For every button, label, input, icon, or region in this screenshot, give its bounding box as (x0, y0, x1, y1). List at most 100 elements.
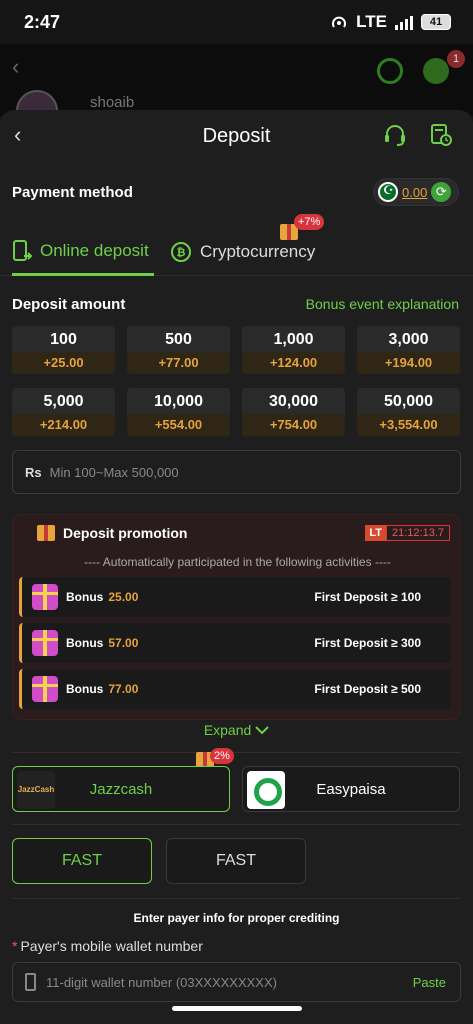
notification-badge: 1 (447, 50, 465, 68)
crypto-coin-icon: ₿ (171, 242, 191, 262)
amount-option-5000[interactable]: 5,000 +214.00 (12, 388, 115, 436)
tab-online-deposit-label: Online deposit (40, 240, 149, 260)
background-chat-icon (423, 58, 449, 84)
promotion-title-row: Deposit promotion (37, 525, 187, 541)
amount-bonus: +754.00 (242, 414, 345, 436)
balance-pill[interactable]: 0.00 ⟳ (373, 178, 459, 206)
status-bar: 2:47 LTE 41 (0, 0, 473, 44)
channel-option[interactable]: FAST (12, 838, 152, 884)
amount-value: 30,000 (269, 393, 318, 410)
bonus-value: 57.00 (108, 636, 139, 650)
amount-bonus: +194.00 (357, 352, 460, 374)
channel-option[interactable]: FAST (166, 838, 306, 884)
countdown: 21:12:13.7 (386, 525, 450, 541)
jazzcash-bonus-badge: 2% (210, 748, 234, 764)
history-icon[interactable] (429, 123, 453, 147)
wallet-label-text: Payer's mobile wallet number (20, 938, 203, 954)
status-icons: LTE 41 (330, 12, 451, 32)
promotion-row: Bonus 77.00 First Deposit ≥ 500 (19, 669, 451, 709)
jazzcash-logo: JazzCash (17, 771, 55, 809)
wallet-number-input[interactable]: 11-digit wallet number (03XXXXXXXXX) Pas… (12, 962, 461, 1002)
pakistan-flag-icon (378, 182, 398, 202)
bonus-value: 77.00 (108, 682, 139, 696)
amount-value: 1,000 (273, 331, 314, 348)
tab-online-deposit[interactable]: Online deposit (12, 228, 154, 276)
wallet-number-label: * Payer's mobile wallet number (12, 938, 203, 954)
amount-bonus: +214.00 (12, 414, 115, 436)
amount-option-3000[interactable]: 3,000 +194.00 (357, 326, 460, 374)
svg-text:₿: ₿ (177, 246, 186, 259)
header: ‹ Deposit (0, 110, 473, 164)
background-page: ‹ shoaib 1 (0, 44, 473, 116)
bonus-value: 25.00 (108, 590, 139, 604)
status-time: 2:47 (24, 12, 61, 32)
amount-option-30000[interactable]: 30,000 +754.00 (242, 388, 345, 436)
hotspot-icon (332, 16, 347, 28)
expand-button[interactable]: Expand (0, 722, 473, 738)
amount-value: 50,000 (384, 393, 433, 410)
network-type: LTE (356, 12, 387, 31)
payment-option-easypaisa[interactable]: Easypaisa (242, 766, 460, 812)
amount-option-1000[interactable]: 1,000 +124.00 (242, 326, 345, 374)
background-back-icon: ‹ (12, 54, 20, 79)
amount-bonus: +77.00 (127, 352, 230, 374)
payment-method-label: Payment method (12, 184, 133, 201)
bonus-label: Bonus (66, 590, 104, 604)
deposit-sheet: ‹ Deposit Payment method 0.00 ⟳ +7% (0, 110, 473, 1024)
promotion-gift-icon (37, 525, 55, 541)
bonus-condition: First Deposit ≥ 500 (314, 682, 421, 696)
promotion-timer: LT 21:12:13.7 (365, 525, 450, 541)
divider (12, 824, 461, 825)
bonus-event-link[interactable]: Bonus event explanation (306, 296, 459, 312)
background-username: shoaib (90, 94, 135, 111)
phone-icon (25, 973, 36, 991)
bonus-condition: First Deposit ≥ 100 (314, 590, 421, 604)
promotion-row: Bonus 25.00 First Deposit ≥ 100 (19, 577, 451, 617)
amount-option-100[interactable]: 100 +25.00 (12, 326, 115, 374)
amount-option-10000[interactable]: 10,000 +554.00 (127, 388, 230, 436)
amount-value: 3,000 (388, 331, 429, 348)
bonus-condition: First Deposit ≥ 300 (314, 636, 421, 650)
amount-bonus: +124.00 (242, 352, 345, 374)
payment-option-jazzcash[interactable]: JazzCash Jazzcash (12, 766, 230, 812)
tab-cryptocurrency[interactable]: ₿ Cryptocurrency (170, 228, 315, 276)
promotion-row: Bonus 57.00 First Deposit ≥ 300 (19, 623, 451, 663)
refresh-icon[interactable]: ⟳ (431, 182, 452, 202)
home-indicator[interactable] (172, 1006, 302, 1011)
amount-option-500[interactable]: 500 +77.00 (127, 326, 230, 374)
bonus-label: Bonus (66, 636, 104, 650)
amount-value: 100 (50, 331, 77, 348)
divider (12, 898, 461, 899)
deposit-amount-label: Deposit amount (12, 296, 126, 313)
deposit-tabs: Online deposit ₿ Cryptocurrency (0, 228, 473, 276)
amount-option-50000[interactable]: 50,000 +3,554.00 (357, 388, 460, 436)
signal-icon (395, 14, 413, 30)
payer-info-text: Enter payer info for proper crediting (133, 911, 340, 925)
payment-options: JazzCash Jazzcash Easypaisa (12, 766, 461, 812)
amount-grid: 100 +25.00 500 +77.00 1,000 +124.00 3,00… (12, 326, 462, 436)
required-mark: * (12, 938, 18, 954)
chevron-down-icon (255, 726, 269, 735)
limited-time-badge: LT (365, 525, 386, 541)
paste-button[interactable]: Paste (413, 975, 446, 990)
gift-box-icon (32, 676, 58, 702)
easypaisa-logo (247, 771, 285, 809)
gift-box-icon (32, 630, 58, 656)
support-icon[interactable] (383, 123, 407, 147)
gift-box-icon (32, 584, 58, 610)
channel-options: FAST FAST (12, 838, 306, 884)
bonus-label: Bonus (66, 682, 104, 696)
divider (12, 752, 461, 753)
amount-bonus: +554.00 (127, 414, 230, 436)
mobile-deposit-icon (13, 239, 32, 261)
amount-placeholder: Min 100~Max 500,000 (49, 464, 179, 480)
balance-value: 0.00 (402, 184, 428, 200)
amount-bonus: +3,554.00 (357, 414, 460, 436)
amount-bonus: +25.00 (12, 352, 115, 374)
amount-value: 5,000 (43, 393, 84, 410)
amount-input[interactable]: Rs Min 100~Max 500,000 (12, 450, 461, 494)
promotion-subtitle: ---- Automatically participated in the f… (84, 555, 391, 569)
wallet-placeholder: 11-digit wallet number (03XXXXXXXXX) (46, 974, 277, 990)
deposit-promotion-panel: Deposit promotion LT 21:12:13.7 ---- Aut… (12, 514, 461, 720)
tab-cryptocurrency-label: Cryptocurrency (200, 242, 316, 261)
